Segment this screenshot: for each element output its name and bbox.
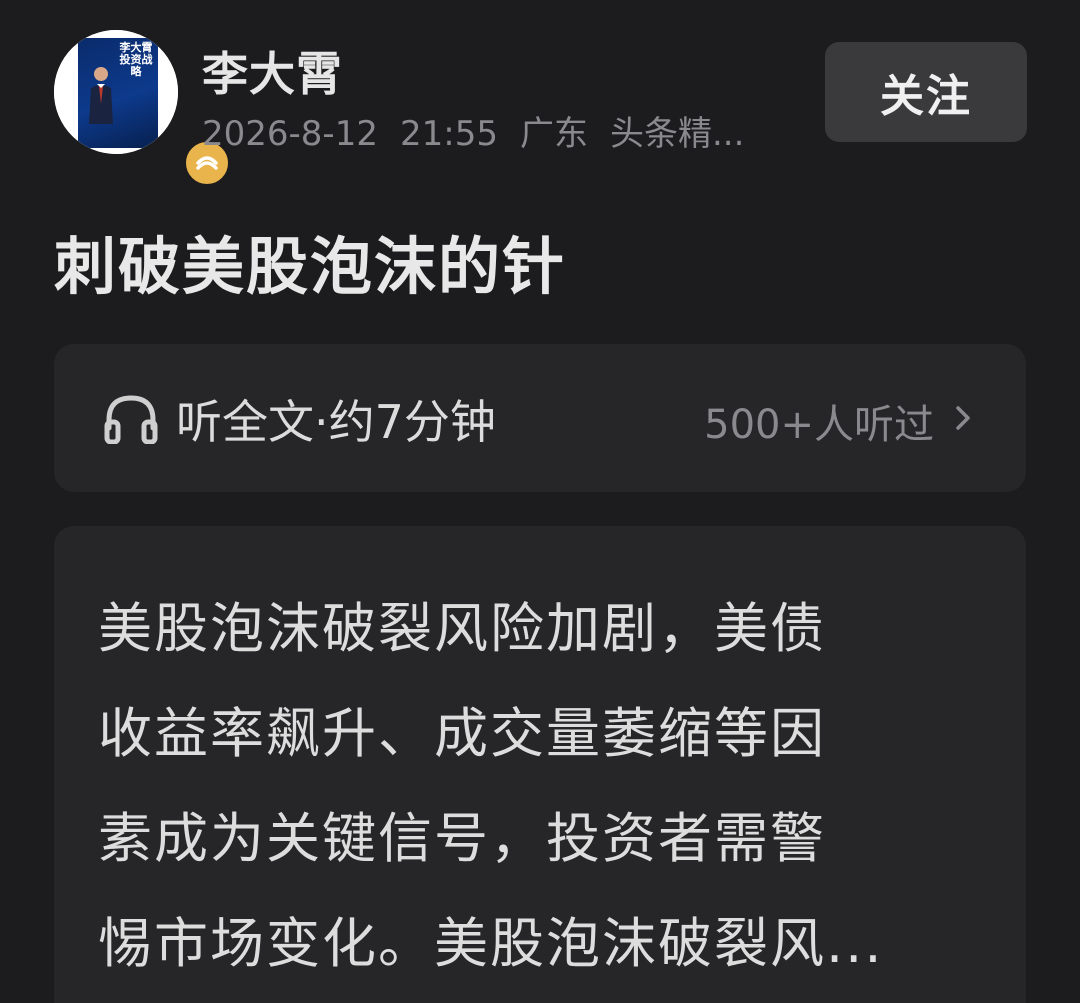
summary-line: 收益率飙升、成交量萎缩等因 (98, 702, 826, 765)
summary-line: 美股泡沫破裂风险加剧，美债 (98, 597, 826, 660)
headphone-icon (104, 395, 158, 444)
author-avatar[interactable]: 李大霄投资战略 (54, 30, 232, 188)
post-time: 21:55 (399, 114, 498, 154)
summary-card[interactable]: 美股泡沫破裂风险加剧，美债 收益率飙升、成交量萎缩等因 素成为关键信号，投资者需… (54, 526, 1026, 1003)
post-date: 2026-8-12 (202, 114, 378, 154)
post-source: 头条精... (609, 114, 745, 154)
author-name[interactable]: 李大霄 (202, 38, 343, 104)
summary-line: 惕市场变化。美股泡沫破裂风... (98, 912, 884, 975)
summary-line: 素成为关键信号，投资者需警 (98, 807, 826, 870)
avatar-book-cover: 李大霄投资战略 (78, 38, 158, 148)
listen-full-text-bar[interactable]: 听全文·约7分钟 500+人听过 (54, 344, 1026, 492)
avatar-image: 李大霄投资战略 (54, 30, 178, 154)
avatar-person-figure (89, 67, 113, 124)
audio-label: 听全文·约7分钟 (176, 395, 496, 449)
article-title: 刺破美股泡沫的针 (54, 230, 567, 303)
article-page: 李大霄投资战略 李大霄 2026-8-12 21:55 广东 头条精... 关注 刺破… (0, 0, 1080, 1003)
post-location: 广东 (519, 114, 588, 154)
summary-text: 美股泡沫破裂风险加剧，美债 收益率飙升、成交量萎缩等因 素成为关键信号，投资者需… (98, 576, 990, 996)
chevron-right-icon (956, 406, 970, 430)
listener-count: 500+人听过 (704, 402, 934, 448)
follow-button[interactable]: 关注 (825, 42, 1027, 142)
post-meta: 2026-8-12 21:55 广东 头条精... (202, 106, 802, 155)
avatar-book-title: 李大霄投资战略 (119, 41, 153, 78)
